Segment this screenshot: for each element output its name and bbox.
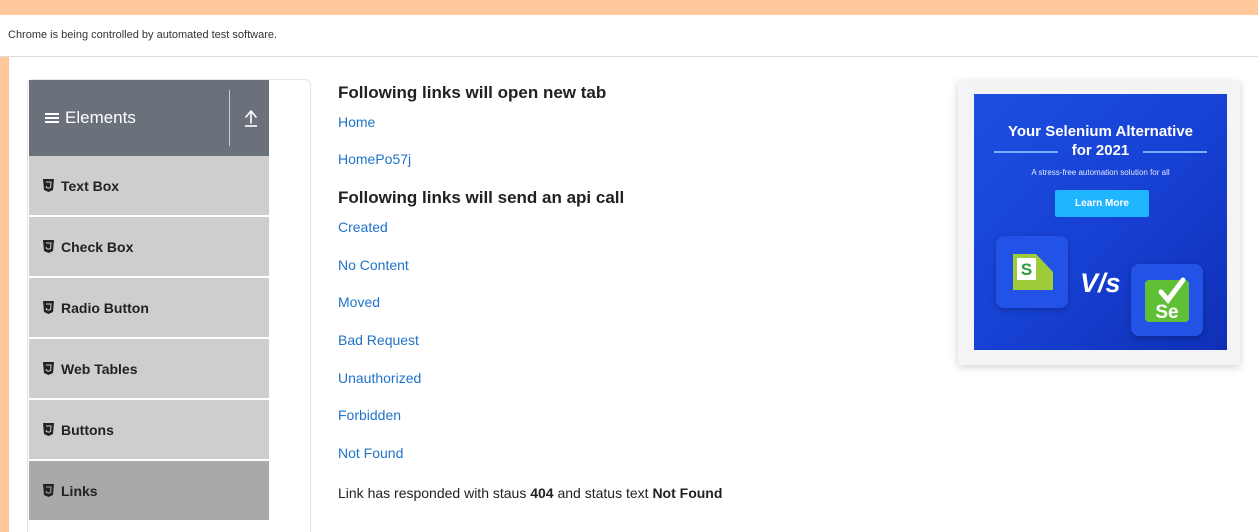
response-status-code: 404 xyxy=(530,485,554,501)
ad-banner[interactable]: Your Selenium Alternative for 2021 A str… xyxy=(974,94,1227,350)
home-link[interactable]: Home xyxy=(338,114,375,130)
ad-frame: Your Selenium Alternative for 2021 A str… xyxy=(958,81,1240,365)
selenium-logo-letters: Se xyxy=(1155,302,1178,323)
sidebar-item-web-tables[interactable]: Web Tables xyxy=(29,339,269,398)
response-status-text: Not Found xyxy=(652,485,723,501)
ad-accent-line-right xyxy=(1143,151,1207,153)
katalon-logo-letter: S xyxy=(1021,260,1032,279)
page-body: Elements Text Box Check Box Radio Button… xyxy=(9,57,1258,532)
ad-tagline: A stress-free automation solution for al… xyxy=(1031,168,1170,177)
html5-icon xyxy=(43,301,54,314)
sidebar-item-label: Check Box xyxy=(61,238,134,255)
sidebar-item-text-box[interactable]: Text Box xyxy=(29,156,269,215)
versus-label: V/s xyxy=(1080,268,1121,298)
katalon-logo-shape: S xyxy=(1013,254,1053,290)
sidebar-item-buttons[interactable]: Buttons xyxy=(29,400,269,459)
selenium-logo-icon: Se xyxy=(1131,264,1203,336)
sidebar-item-label: Buttons xyxy=(61,421,114,438)
elements-group-header[interactable]: Elements xyxy=(29,80,269,156)
ad-title: Your Selenium Alternative for 2021 xyxy=(974,122,1227,160)
unauthorized-link[interactable]: Unauthorized xyxy=(338,370,421,386)
katalon-logo-icon: S xyxy=(996,236,1068,308)
new-tab-heading: Following links will open new tab xyxy=(338,83,607,102)
header-divider xyxy=(229,90,230,146)
elements-group-title[interactable]: Elements xyxy=(45,80,136,156)
response-middle: and status text xyxy=(557,485,649,501)
selenium-logo-shape: Se xyxy=(1145,277,1189,323)
sidebar-item-label: Web Tables xyxy=(61,360,138,377)
sidebar-item-label: Links xyxy=(61,482,98,499)
created-link[interactable]: Created xyxy=(338,219,388,235)
group-title-label: Elements xyxy=(65,108,136,127)
sidebar-item-check-box[interactable]: Check Box xyxy=(29,217,269,276)
ad-accent-line-left xyxy=(994,151,1058,153)
sidebar-item-label: Text Box xyxy=(61,177,120,194)
ad-title-line1: Your Selenium Alternative xyxy=(1007,123,1194,140)
automation-infobar: Chrome is being controlled by automated … xyxy=(0,15,1258,57)
not-found-link[interactable]: Not Found xyxy=(338,445,403,461)
response-prefix: Link has responded with staus xyxy=(338,485,527,501)
moved-link[interactable]: Moved xyxy=(338,294,380,310)
forbidden-link[interactable]: Forbidden xyxy=(338,407,401,423)
no-content-link[interactable]: No Content xyxy=(338,257,409,273)
html5-icon xyxy=(43,362,54,375)
learn-more-button[interactable]: Learn More xyxy=(1055,190,1149,217)
menu-icon xyxy=(45,112,59,124)
sidebar-item-label: Radio Button xyxy=(61,299,149,316)
collapse-arrow-icon[interactable] xyxy=(243,108,259,128)
sidebar-menu: Text Box Check Box Radio Button Web Tabl… xyxy=(29,156,269,522)
html5-icon xyxy=(43,484,54,497)
html5-icon xyxy=(43,179,54,192)
sidebar-item-links[interactable]: Links xyxy=(29,461,269,520)
bad-request-link[interactable]: Bad Request xyxy=(338,332,419,348)
api-call-heading: Following links will send an api call xyxy=(338,188,625,207)
sidebar-item-radio-button[interactable]: Radio Button xyxy=(29,278,269,337)
dynamic-home-link[interactable]: HomePo57j xyxy=(338,151,411,167)
html5-icon xyxy=(43,240,54,253)
automation-notice: Chrome is being controlled by automated … xyxy=(8,29,278,41)
link-response-message: Link has responded with staus 404 and st… xyxy=(338,485,722,501)
html5-icon xyxy=(43,423,54,436)
